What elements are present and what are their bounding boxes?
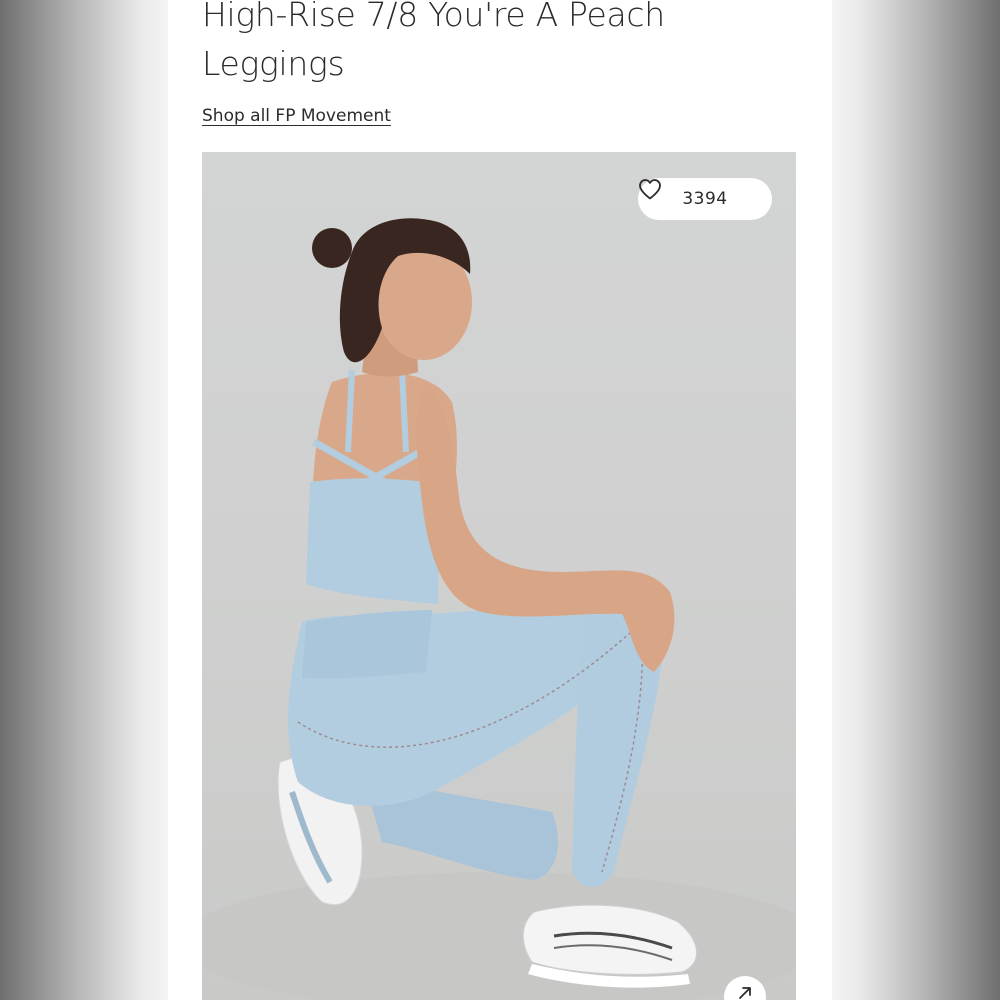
like-button[interactable]: 3394 xyxy=(638,178,772,220)
product-page: High-Rise 7/8 You're A Peach Leggings Sh… xyxy=(168,0,832,1000)
product-title: High-Rise 7/8 You're A Peach Leggings xyxy=(202,0,665,83)
like-count: 3394 xyxy=(682,189,728,209)
shop-all-link[interactable]: Shop all FP Movement xyxy=(202,106,391,126)
product-photo[interactable]: 3394 xyxy=(202,152,796,1000)
arrow-up-right-icon xyxy=(739,987,751,999)
model-illustration xyxy=(202,218,796,1000)
heart-outline-icon xyxy=(639,179,661,200)
screenshot-frame: High-Rise 7/8 You're A Peach Leggings Sh… xyxy=(0,0,1000,1000)
